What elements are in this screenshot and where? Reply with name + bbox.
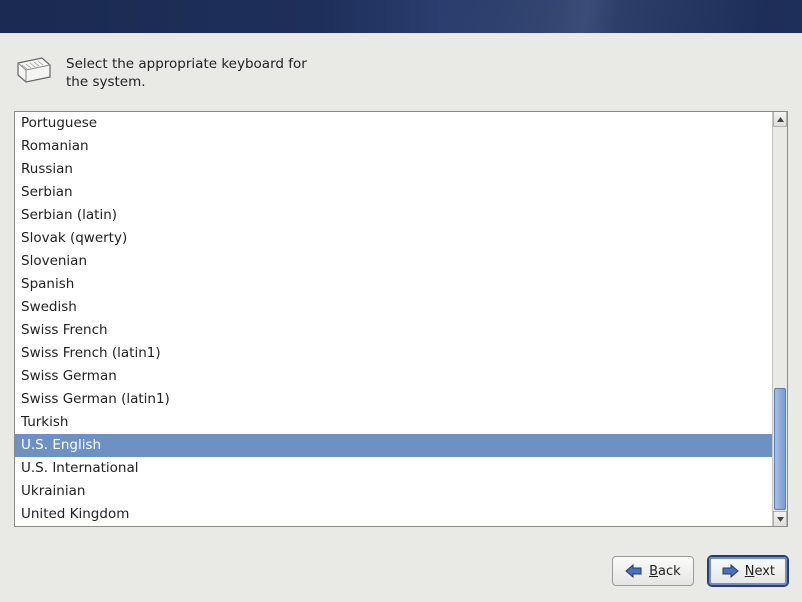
footer-buttons: Back Next	[612, 556, 788, 586]
next-button-label: Next	[745, 564, 775, 579]
scroll-down-button[interactable]	[773, 511, 787, 526]
keyboard-option[interactable]: Slovenian	[15, 250, 772, 273]
keyboard-icon	[16, 55, 52, 83]
next-button[interactable]: Next	[708, 556, 788, 586]
keyboard-option[interactable]: Romanian	[15, 135, 772, 158]
top-banner	[0, 0, 802, 33]
keyboard-option[interactable]: Swiss German (latin1)	[15, 388, 772, 411]
keyboard-option[interactable]: United Kingdom	[15, 503, 772, 526]
keyboard-option[interactable]: Turkish	[15, 411, 772, 434]
keyboard-option[interactable]: Spanish	[15, 273, 772, 296]
keyboard-list[interactable]: PortugueseRomanianRussianSerbianSerbian …	[15, 112, 772, 526]
keyboard-option[interactable]: U.S. International	[15, 457, 772, 480]
scroll-up-button[interactable]	[773, 112, 787, 127]
back-button[interactable]: Back	[612, 556, 694, 586]
keyboard-option[interactable]: Portuguese	[15, 112, 772, 135]
keyboard-list-container: PortugueseRomanianRussianSerbianSerbian …	[14, 111, 788, 527]
keyboard-option[interactable]: Ukrainian	[15, 480, 772, 503]
arrow-left-icon	[625, 564, 643, 578]
back-button-label: Back	[649, 564, 681, 579]
scrollbar[interactable]	[772, 112, 787, 526]
keyboard-option[interactable]: Serbian (latin)	[15, 204, 772, 227]
keyboard-option[interactable]: Serbian	[15, 181, 772, 204]
scroll-thumb[interactable]	[774, 388, 786, 510]
keyboard-option[interactable]: Swiss French (latin1)	[15, 342, 772, 365]
keyboard-option[interactable]: Swiss French	[15, 319, 772, 342]
keyboard-option[interactable]: U.S. English	[15, 434, 772, 457]
instruction-text: Select the appropriate keyboard for the …	[66, 55, 326, 91]
keyboard-option[interactable]: Slovak (qwerty)	[15, 227, 772, 250]
keyboard-option[interactable]: Swiss German	[15, 365, 772, 388]
keyboard-option[interactable]: Swedish	[15, 296, 772, 319]
keyboard-option[interactable]: Russian	[15, 158, 772, 181]
arrow-right-icon	[721, 564, 739, 578]
header: Select the appropriate keyboard for the …	[0, 33, 802, 91]
